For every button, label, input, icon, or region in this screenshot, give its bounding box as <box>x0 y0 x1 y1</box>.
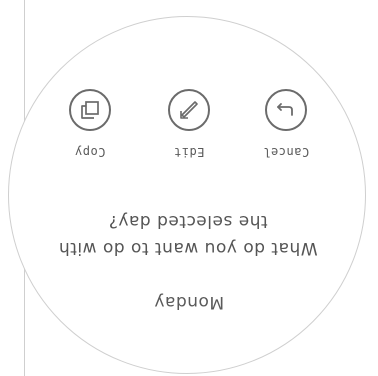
cancel-label: Cancel <box>262 145 310 159</box>
cancel-circle[interactable] <box>265 89 307 131</box>
edit-arrow-icon <box>180 101 198 119</box>
copy-label: Copy <box>74 145 106 159</box>
edit-label: Edit <box>173 145 205 159</box>
day-action-dialog <box>8 16 366 374</box>
selected-day-title: Monday <box>153 292 225 312</box>
edit-circle[interactable] <box>168 89 210 131</box>
copy-icon <box>81 101 99 119</box>
return-arrow-icon <box>277 103 293 116</box>
upside-down-view: Monday What do you want to do with the s… <box>0 0 378 376</box>
copy-button[interactable]: Copy <box>54 89 126 159</box>
edit-button[interactable]: Edit <box>153 89 225 159</box>
dialog-question: What do you want to do with the selected… <box>58 211 318 258</box>
copy-circle[interactable] <box>69 89 111 131</box>
cancel-button[interactable]: Cancel <box>250 89 322 159</box>
